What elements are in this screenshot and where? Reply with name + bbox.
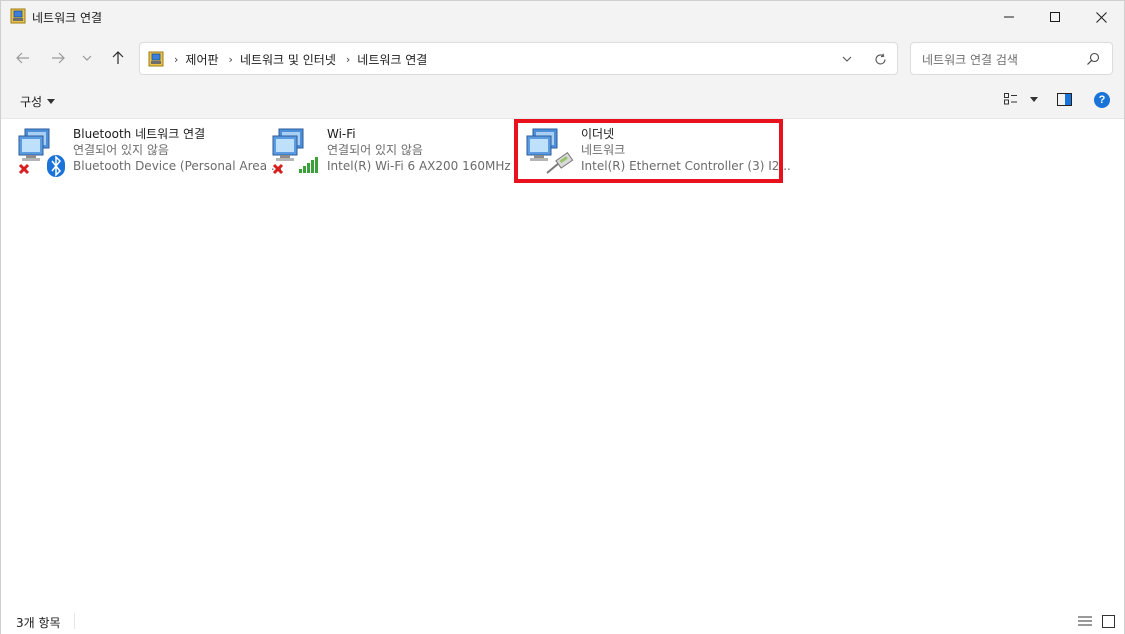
arrow-right-icon [52, 52, 65, 64]
large-icons-view-button[interactable] [1102, 615, 1115, 631]
network-connections-icon [10, 8, 26, 24]
item-device: Intel(R) Ethernet Controller (3) I2... [581, 159, 791, 173]
list-item[interactable]: 이더넷 네트워크 Intel(R) Ethernet Controller (3… [525, 123, 791, 181]
control-panel-icon [148, 51, 164, 67]
maximize-icon [1050, 12, 1060, 22]
search-input[interactable]: 네트워크 연결 검색 [922, 51, 1018, 68]
title-bar[interactable]: 네트워크 연결 [1, 1, 1124, 33]
navigation-bar: › 제어판 › 네트워크 및 인터넷 › 네트워크 연결 네트워크 연결 검색 [1, 33, 1124, 83]
disconnected-x-icon [18, 163, 30, 175]
signal-bars-icon [299, 157, 318, 173]
refresh-button[interactable] [871, 51, 889, 67]
details-view-icon [1078, 616, 1092, 626]
preview-pane-button[interactable] [1057, 93, 1072, 109]
maximize-button[interactable] [1032, 1, 1078, 33]
command-bar: 구성 ? [1, 83, 1124, 119]
refresh-icon [874, 53, 886, 64]
item-device: Bluetooth Device (Personal Area ... [73, 159, 283, 173]
item-text: Bluetooth 네트워크 연결 연결되어 있지 않음 Bluetooth D… [73, 126, 282, 174]
item-status: 연결되어 있지 않음 [327, 143, 423, 157]
item-name: Wi-Fi [327, 127, 356, 141]
arrow-up-icon [112, 51, 124, 64]
status-bar: 3개 항목 [1, 609, 1124, 634]
network-adapter-icon [272, 128, 318, 175]
address-history-button[interactable] [839, 51, 855, 67]
search-icon[interactable] [1085, 51, 1101, 67]
item-count: 3개 항목 [16, 616, 61, 630]
chevron-down-icon [82, 55, 92, 61]
close-button[interactable] [1078, 1, 1124, 33]
arrow-left-icon [16, 52, 29, 64]
item-status: 연결되어 있지 않음 [73, 143, 169, 157]
breadcrumb-separator: › [228, 53, 233, 66]
organize-label: 구성 [20, 95, 43, 109]
preview-pane-icon [1057, 93, 1072, 106]
view-options-icon [1004, 93, 1017, 105]
item-name: Bluetooth 네트워크 연결 [73, 127, 206, 141]
recent-locations-button[interactable] [75, 45, 99, 71]
item-status: 네트워크 [581, 143, 626, 157]
caret-down-icon [47, 99, 56, 104]
minimize-button[interactable] [986, 1, 1032, 33]
breadcrumb-separator: › [174, 53, 179, 66]
breadcrumb-control-panel[interactable]: 제어판 [185, 51, 218, 68]
disconnected-x-icon [272, 163, 284, 175]
caret-down-icon [1030, 96, 1038, 102]
network-adapter-icon [18, 128, 65, 177]
ethernet-cable-icon [546, 152, 574, 174]
back-button[interactable] [9, 45, 37, 71]
status-divider [74, 613, 75, 629]
item-text: Wi-Fi 연결되어 있지 않음 Intel(R) Wi-Fi 6 AX200 … [327, 126, 511, 174]
list-item[interactable]: Bluetooth 네트워크 연결 연결되어 있지 않음 Bluetooth D… [17, 123, 282, 181]
close-icon [1095, 11, 1107, 23]
large-icons-view-icon [1102, 615, 1115, 628]
items-view[interactable]: Bluetooth 네트워크 연결 연결되어 있지 않음 Bluetooth D… [1, 120, 1124, 610]
organize-menu-button[interactable]: 구성 [20, 93, 56, 110]
search-box[interactable]: 네트워크 연결 검색 [910, 42, 1113, 75]
change-view-button[interactable] [1004, 93, 1038, 105]
network-adapter-icon [526, 128, 574, 174]
list-item[interactable]: Wi-Fi 연결되어 있지 않음 Intel(R) Wi-Fi 6 AX200 … [271, 123, 511, 181]
address-bar[interactable]: › 제어판 › 네트워크 및 인터넷 › 네트워크 연결 [139, 42, 898, 75]
item-text: 이더넷 네트워크 Intel(R) Ethernet Controller (3… [581, 126, 791, 174]
details-view-button[interactable] [1078, 615, 1092, 630]
item-name: 이더넷 [581, 127, 615, 141]
up-button[interactable] [104, 45, 132, 71]
chevron-down-icon [842, 56, 852, 62]
window-title: 네트워크 연결 [32, 11, 103, 25]
breadcrumb-network-internet[interactable]: 네트워크 및 인터넷 [240, 51, 336, 68]
item-device: Intel(R) Wi-Fi 6 AX200 160MHz [327, 159, 511, 173]
forward-button[interactable] [44, 45, 72, 71]
minimize-icon [1004, 16, 1014, 18]
help-button[interactable]: ? [1094, 92, 1110, 108]
explorer-window: 네트워크 연결 › 제어판 › 네트워크 및 인터넷 › 네트워크 연결 네트워… [0, 0, 1125, 634]
breadcrumb-network-connections[interactable]: 네트워크 연결 [357, 51, 427, 68]
breadcrumb-separator: › [345, 53, 351, 66]
breadcrumb: › 제어판 › 네트워크 및 인터넷 › 네트워크 연결 [170, 51, 427, 68]
